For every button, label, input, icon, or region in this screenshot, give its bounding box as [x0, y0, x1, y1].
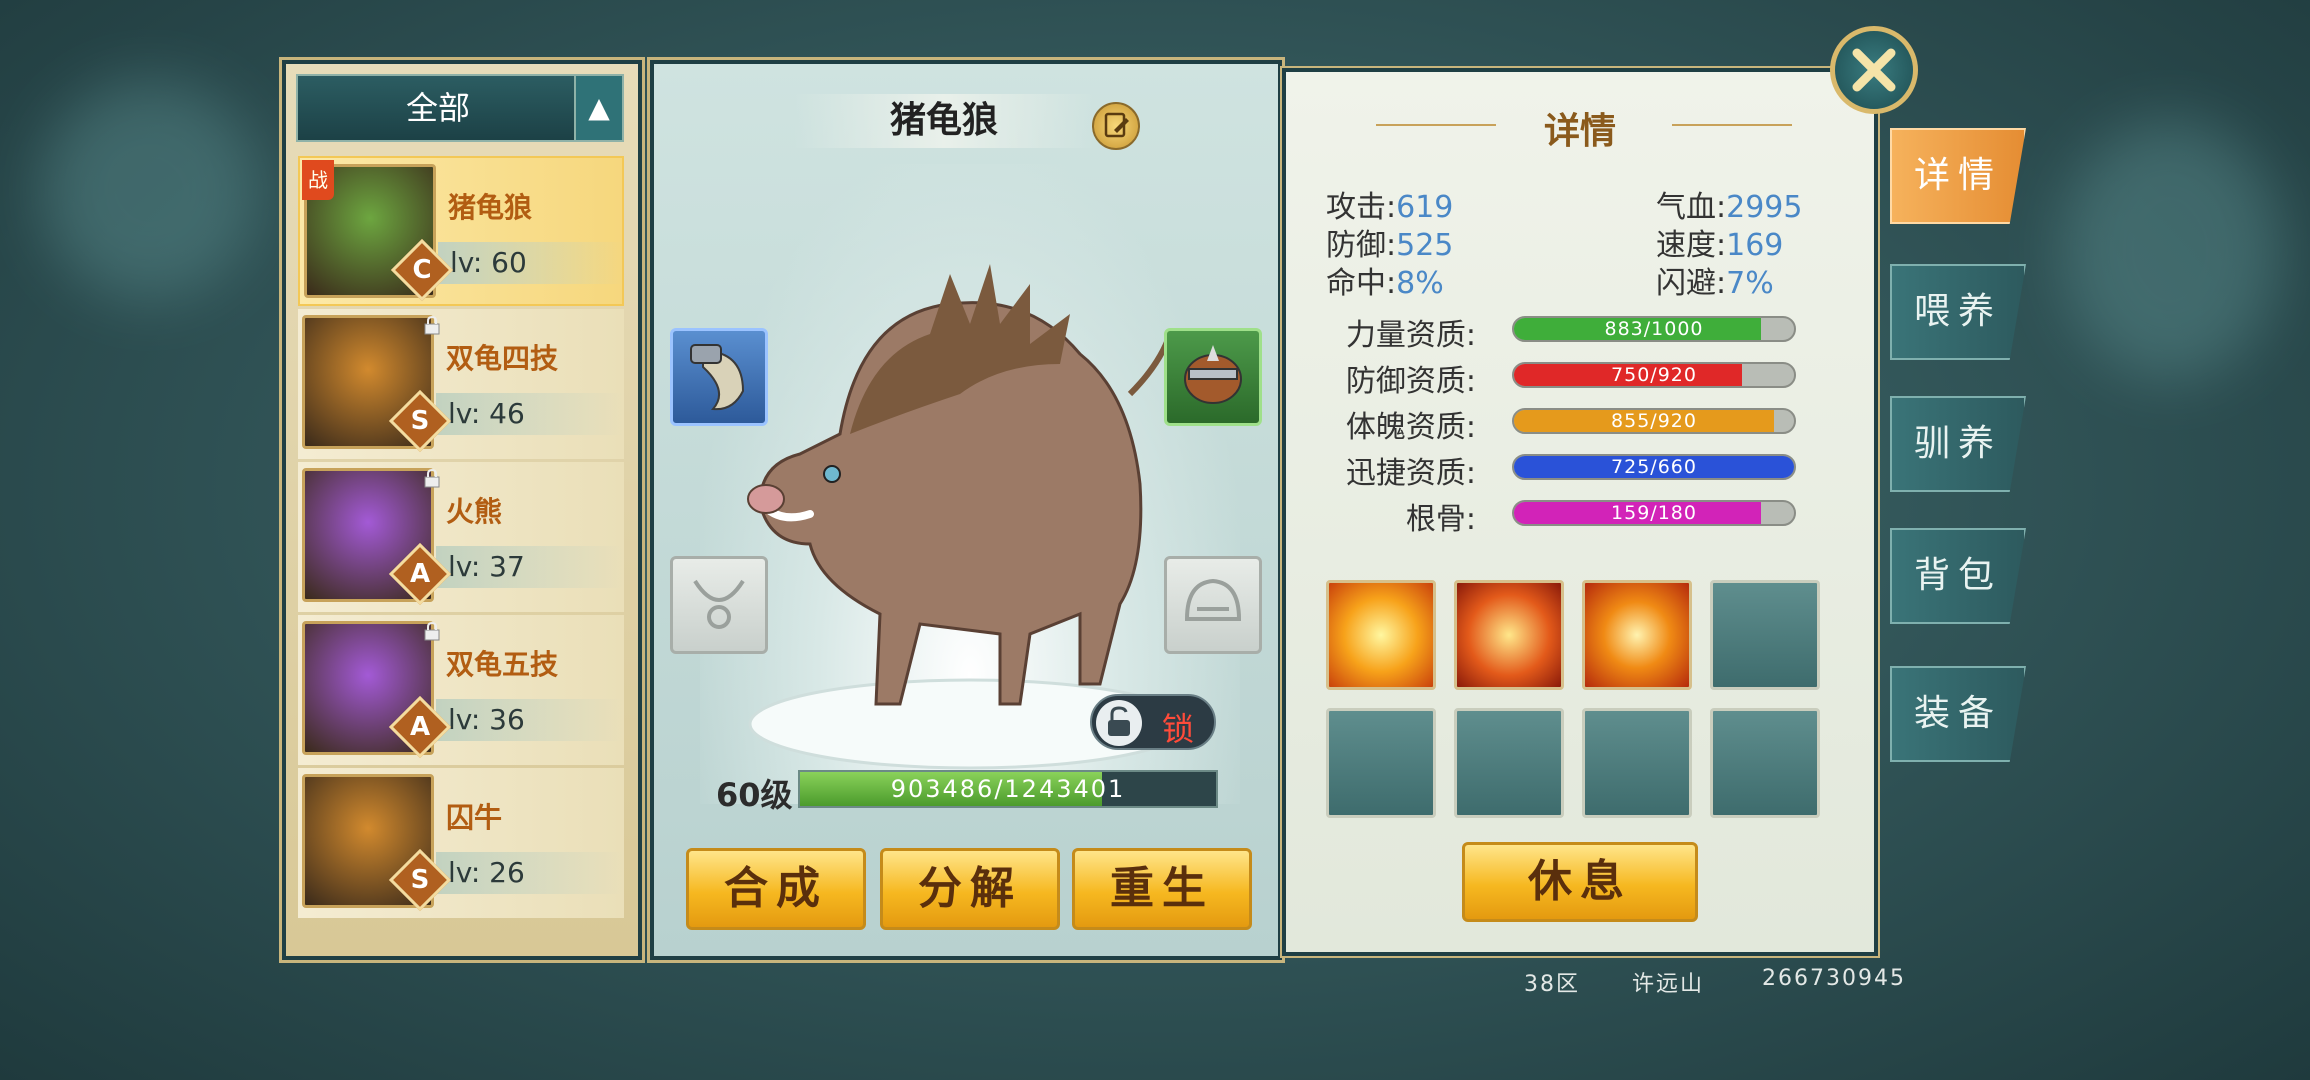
background-decoration: [40, 80, 260, 300]
pet-filter-label: 全部: [405, 89, 470, 127]
skill-slot[interactable]: [1454, 580, 1564, 690]
player-name: 许远山: [1632, 972, 1705, 997]
stat-dodge: 闪避:7%: [1656, 266, 1774, 301]
rebirth-button[interactable]: 重生: [1072, 848, 1252, 930]
aptitude-value: 725/660: [1611, 456, 1697, 478]
close-button[interactable]: [1830, 26, 1918, 114]
exp-progress-text: 903486/1243401: [890, 775, 1126, 803]
skill-slot[interactable]: [1582, 580, 1692, 690]
pet-level: lv: 60: [438, 242, 624, 284]
aptitude-bar: 855/920: [1512, 408, 1796, 434]
pet-lock-toggle[interactable]: 锁: [1090, 694, 1216, 750]
edit-name-button[interactable]: [1092, 102, 1140, 150]
equip-slot-helmet[interactable]: [1164, 556, 1262, 654]
pet-level-label: 60级: [716, 776, 793, 814]
player-id: 266730945: [1762, 966, 1906, 991]
pet-level: lv: 46: [436, 393, 624, 435]
skill-slot-empty[interactable]: [1454, 708, 1564, 818]
pet-name: 猪龟狼: [448, 191, 533, 224]
tab-bag[interactable]: 背包: [1890, 528, 2026, 624]
aptitude-bar: 750/920: [1512, 362, 1796, 388]
aptitude-value: 883/1000: [1604, 318, 1704, 340]
skill-slot-empty[interactable]: [1582, 708, 1692, 818]
tab-details[interactable]: 详情: [1890, 128, 2026, 224]
aptitude-bar: 725/660: [1512, 454, 1796, 480]
equip-slot-armor[interactable]: [1164, 328, 1262, 426]
helmet-icon: [1184, 578, 1242, 621]
pet-list-item[interactable]: 火熊 lv: 37 A: [298, 462, 624, 612]
tab-train[interactable]: 驯养: [1890, 396, 2026, 492]
pet-list[interactable]: 战 猪龟狼 lv: 60 C 双龟四技 lv: 46 S 火熊 lv: 37 A…: [298, 156, 624, 951]
pet-level: lv: 37: [436, 546, 624, 588]
pet-filter-dropdown[interactable]: 全部 ▲: [296, 74, 624, 142]
background-decoration: [2060, 120, 2280, 380]
exp-progress-bar: 903486/1243401: [798, 770, 1218, 808]
aptitude-label: 迅捷资质:: [1345, 456, 1476, 491]
claw-icon: [690, 344, 745, 411]
server-label: 38区: [1524, 972, 1580, 997]
equip-slot-necklace[interactable]: [670, 556, 768, 654]
skill-slot-empty[interactable]: [1710, 708, 1820, 818]
pet-name: 双龟四技: [446, 342, 559, 375]
lock-icon: [422, 621, 442, 641]
pet-list-item[interactable]: 战 猪龟狼 lv: 60 C: [298, 156, 624, 306]
aptitude-label: 防御资质:: [1345, 364, 1476, 399]
necklace-icon: [693, 579, 745, 629]
pet-name: 火熊: [446, 495, 503, 528]
pet-display-panel: 猪龟狼 锁 60级 903486/1243401 合成 分解 重生: [647, 57, 1285, 963]
lock-label: 锁: [1162, 710, 1195, 748]
pet-details-panel: 详情 攻击:619 气血:2995 防御:525 速度:169 命中:8% 闪避…: [1280, 66, 1880, 958]
tab-feed[interactable]: 喂养: [1890, 264, 2026, 360]
aptitude-bar: 159/180: [1512, 500, 1796, 526]
aptitude-bar: 883/1000: [1512, 316, 1796, 342]
close-icon: [1852, 48, 1896, 92]
lock-icon: [422, 468, 442, 488]
pet-name: 囚牛: [446, 801, 503, 834]
skill-slot[interactable]: [1326, 580, 1436, 690]
chevron-up-icon[interactable]: ▲: [574, 76, 622, 140]
pencil-icon: [1104, 112, 1129, 138]
armor-icon: [1184, 345, 1242, 404]
rest-button[interactable]: 休息: [1462, 842, 1698, 922]
pet-list-panel: 全部 ▲ 战 猪龟狼 lv: 60 C 双龟四技 lv: 46 S 火熊 lv:…: [279, 57, 645, 963]
aptitude-value: 750/920: [1611, 364, 1697, 386]
skill-slot-empty[interactable]: [1710, 580, 1820, 690]
unlock-icon: [1096, 700, 1142, 746]
equip-slot-claw[interactable]: [670, 328, 768, 426]
stat-hit: 命中:8%: [1326, 266, 1444, 301]
compose-button[interactable]: 合成: [686, 848, 866, 930]
aptitude-label: 力量资质:: [1345, 318, 1476, 353]
tab-equip[interactable]: 装备: [1890, 666, 2026, 762]
pet-list-item[interactable]: 囚牛 lv: 26 S: [298, 768, 624, 918]
pet-level: lv: 26: [436, 852, 624, 894]
aptitude-label: 体魄资质:: [1345, 410, 1476, 445]
details-title: 详情: [1543, 111, 1616, 152]
pet-list-item[interactable]: 双龟四技 lv: 46 S: [298, 309, 624, 459]
pet-list-item[interactable]: 双龟五技 lv: 36 A: [298, 615, 624, 765]
lock-icon: [422, 315, 442, 335]
pet-name-title: 猪龟狼: [794, 94, 1094, 148]
decompose-button[interactable]: 分解: [880, 848, 1060, 930]
pet-level: lv: 36: [436, 699, 624, 741]
aptitude-value: 855/920: [1611, 410, 1697, 432]
skill-slot-empty[interactable]: [1326, 708, 1436, 818]
aptitude-value: 159/180: [1611, 502, 1697, 524]
battle-tag: 战: [302, 160, 334, 200]
aptitude-label: 根骨:: [1405, 502, 1476, 537]
pet-name: 双龟五技: [446, 648, 559, 681]
